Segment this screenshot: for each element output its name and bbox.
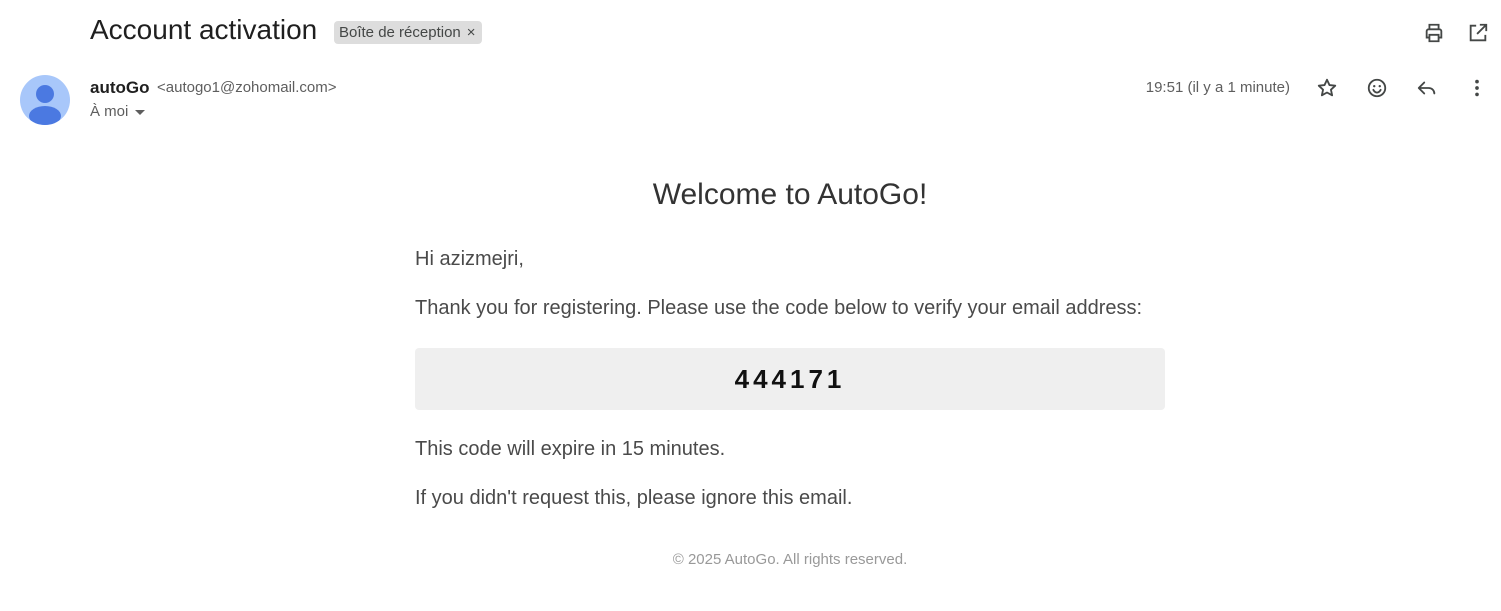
email-footer: © 2025 AutoGo. All rights reserved. <box>672 551 908 568</box>
more-vert-icon <box>1475 79 1479 97</box>
open-in-new-window-icon <box>1469 23 1488 42</box>
print-all-button[interactable] <box>1421 20 1447 46</box>
add-reaction-button[interactable] <box>1363 74 1391 102</box>
greeting-text: Hi azizmejri, <box>415 248 524 270</box>
inbox-label-chip[interactable]: Boîte de réception × <box>334 21 482 44</box>
sender-email: <autogo1@zohomail.com> <box>157 79 337 96</box>
reply-button[interactable] <box>1413 74 1441 102</box>
caret-down-icon <box>135 109 146 115</box>
email-timestamp: 19:51 (il y a 1 minute) <box>1145 79 1290 96</box>
email-view: Account activation Boîte de réception × … <box>0 0 1501 611</box>
more-options-button[interactable] <box>1463 74 1491 102</box>
inbox-label-text: Boîte de réception <box>339 24 461 41</box>
star-icon <box>1317 78 1337 97</box>
default-avatar-icon <box>29 85 61 125</box>
recipient-details-toggle[interactable]: À moi <box>90 103 146 120</box>
email-subject: Account activation <box>90 14 318 45</box>
open-in-new-window-button[interactable] <box>1465 20 1491 46</box>
print-icon <box>1425 23 1443 43</box>
recipient-label: À moi <box>90 103 129 120</box>
sender-avatar[interactable] <box>20 75 70 125</box>
remove-label-icon[interactable]: × <box>467 25 476 40</box>
star-button[interactable] <box>1313 74 1341 102</box>
welcome-heading: Welcome to AutoGo! <box>652 178 928 211</box>
emoji-reaction-icon <box>1367 78 1387 98</box>
reply-icon <box>1417 81 1436 95</box>
sender-name[interactable]: autoGo <box>90 78 150 98</box>
email-content: Welcome to AutoGo! Hi azizmejri, Thank y… <box>415 168 1165 568</box>
ignore-note-text: If you didn't request this, please ignor… <box>415 487 853 509</box>
expiry-text: This code will expire in 15 minutes. <box>415 438 726 460</box>
verification-code: 444171 <box>734 363 846 394</box>
instructions-text: Thank you for registering. Please use th… <box>415 297 1143 319</box>
verification-code-box: 444171 <box>415 348 1165 410</box>
